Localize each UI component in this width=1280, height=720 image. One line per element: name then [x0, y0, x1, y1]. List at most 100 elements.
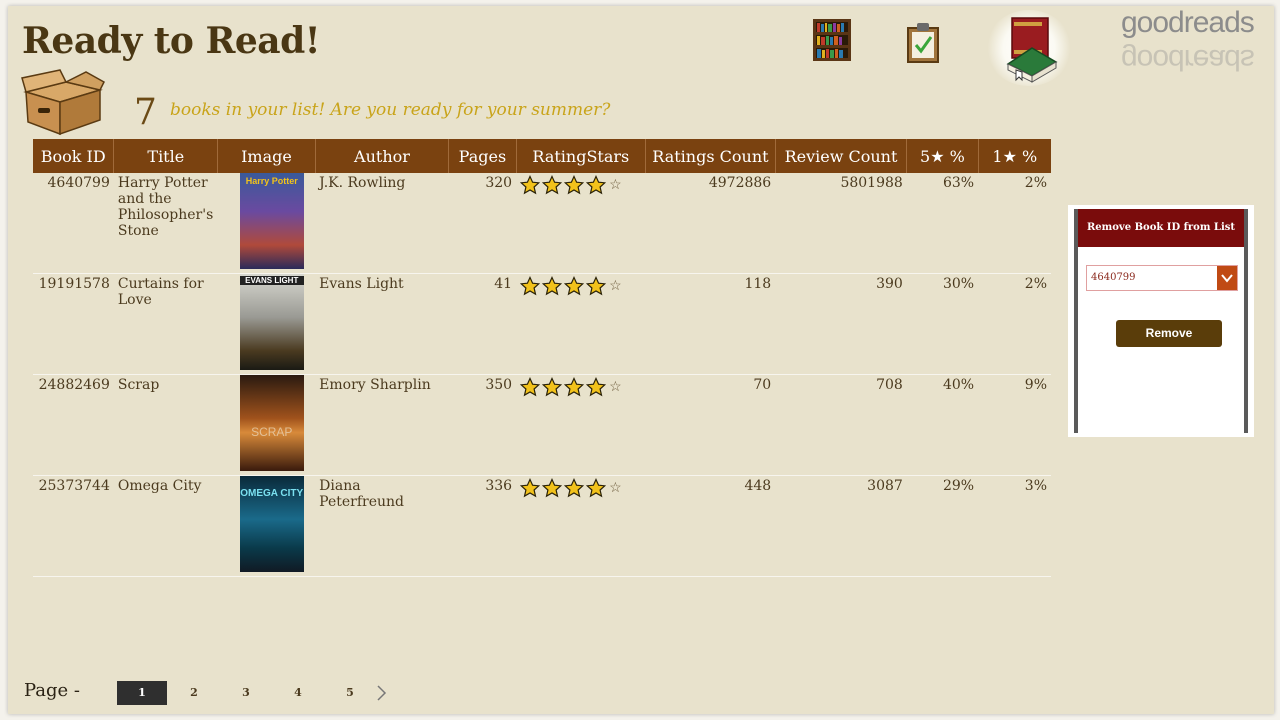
table-row[interactable]: 25373744 Omega City OMEGA CITY Diana Pet… — [33, 475, 1051, 577]
cell-one-star-pct: 2% — [978, 173, 1051, 274]
table-row[interactable]: 19191578 Curtains for Love EVANS LIGHT E… — [33, 273, 1051, 375]
cell-author: Diana Peterfreund — [315, 475, 449, 577]
cell-review-count: 5801988 — [775, 173, 907, 274]
cover-title: SCRAP — [251, 425, 293, 439]
cell-book-id: 24882469 — [33, 374, 114, 476]
cover-title: OMEGA CITY — [240, 488, 304, 499]
goodreads-logo[interactable]: goodreads goodreads — [1121, 6, 1271, 78]
cell-review-count: 708 — [775, 374, 907, 476]
star-filled-icon — [585, 175, 607, 195]
cell-ratings-count: 118 — [645, 273, 776, 375]
logo-reflection: goodreads — [1121, 43, 1254, 76]
column-header-title[interactable]: Title — [113, 139, 219, 173]
star-filled-icon — [563, 175, 585, 195]
cell-image: Harry Potter — [217, 173, 316, 274]
summary-tagline: books in your list! Are you ready for yo… — [170, 100, 611, 120]
remove-book-panel: Remove Book ID from List 4640799 Remove — [1068, 205, 1254, 437]
cell-book-id: 25373744 — [33, 475, 114, 577]
cell-title: Harry Potter and the Philosopher's Stone — [113, 173, 218, 274]
star-empty-icon: ☆ — [609, 480, 622, 496]
star-filled-icon — [541, 377, 563, 397]
cell-rating-stars: ☆ — [516, 475, 646, 577]
cell-pages: 350 — [448, 374, 517, 476]
book-cover[interactable]: Harry Potter — [239, 173, 304, 269]
book-id-select-value: 4640799 — [1091, 272, 1136, 283]
cell-rating-stars: ☆ — [516, 374, 646, 476]
book-cover[interactable]: EVANS LIGHT — [239, 274, 304, 370]
cell-image: EVANS LIGHT — [217, 273, 316, 375]
page-2-button[interactable]: 2 — [169, 681, 219, 705]
cover-title: EVANS LIGHT — [239, 276, 304, 285]
column-header-ratings-count[interactable]: Ratings Count — [645, 139, 776, 173]
page-4-button[interactable]: 4 — [273, 681, 323, 705]
book-cover[interactable]: SCRAP — [239, 375, 304, 471]
pagination-label: Page - — [24, 680, 81, 701]
book-id-select[interactable]: 4640799 — [1086, 265, 1238, 291]
column-header-review-count[interactable]: Review Count — [775, 139, 908, 173]
logo-text: goodreads — [1121, 6, 1255, 39]
star-rating: ☆ — [519, 276, 642, 296]
app-window: Ready to Read! goodreads goodreads 7 boo… — [8, 6, 1274, 714]
chevron-down-icon[interactable] — [1217, 266, 1237, 290]
star-empty-icon: ☆ — [609, 278, 622, 294]
column-header-image[interactable]: Image — [217, 139, 316, 173]
cell-author: Evans Light — [315, 273, 449, 375]
cell-image: OMEGA CITY — [217, 475, 316, 577]
cell-one-star-pct: 9% — [978, 374, 1051, 476]
cardboard-box-icon — [21, 69, 105, 136]
column-header-rating-stars[interactable]: RatingStars — [516, 139, 647, 173]
cell-review-count: 3087 — [775, 475, 907, 577]
star-filled-icon — [541, 478, 563, 498]
column-header-pages[interactable]: Pages — [448, 139, 517, 173]
star-filled-icon — [541, 175, 563, 195]
books-icon[interactable] — [986, 10, 1072, 86]
star-filled-icon — [519, 377, 541, 397]
remove-panel-body: Remove Book ID from List 4640799 Remove — [1074, 209, 1248, 433]
remove-panel-title: Remove Book ID from List — [1078, 209, 1244, 247]
star-filled-icon — [563, 377, 585, 397]
star-filled-icon — [563, 478, 585, 498]
cell-one-star-pct: 2% — [978, 273, 1051, 375]
table-header-row: Book ID Title Image Author Pages RatingS… — [33, 139, 1051, 173]
page-3-button[interactable]: 3 — [221, 681, 271, 705]
pagination: Page - 1 2 3 4 5 — [24, 678, 424, 708]
cell-ratings-count: 448 — [645, 475, 776, 577]
star-filled-icon — [541, 276, 563, 296]
cell-ratings-count: 70 — [645, 374, 776, 476]
column-header-one-star-pct[interactable]: 1★ % — [978, 139, 1051, 173]
chevron-right-icon[interactable] — [372, 678, 392, 708]
cell-review-count: 390 — [775, 273, 907, 375]
star-filled-icon — [519, 478, 541, 498]
cell-five-star-pct: 63% — [906, 173, 979, 274]
book-count: 7 — [134, 92, 157, 133]
page-title: Ready to Read! — [22, 20, 321, 62]
star-filled-icon — [563, 276, 585, 296]
clipboard-check-icon[interactable] — [904, 20, 942, 64]
cell-title: Curtains for Love — [113, 273, 218, 375]
page-5-button[interactable]: 5 — [325, 681, 375, 705]
cell-author: J.K. Rowling — [315, 173, 449, 274]
cell-pages: 320 — [448, 173, 517, 274]
table-row[interactable]: 24882469 Scrap SCRAP Emory Sharplin 350 … — [33, 374, 1051, 476]
cell-rating-stars: ☆ — [516, 173, 646, 274]
cell-ratings-count: 4972886 — [645, 173, 776, 274]
cell-author: Emory Sharplin — [315, 374, 449, 476]
bookshelf-icon[interactable] — [812, 18, 852, 62]
star-filled-icon — [519, 175, 541, 195]
table-row[interactable]: 4640799 Harry Potter and the Philosopher… — [33, 173, 1051, 274]
star-filled-icon — [585, 377, 607, 397]
cell-rating-stars: ☆ — [516, 273, 646, 375]
star-empty-icon: ☆ — [609, 379, 622, 395]
column-header-author[interactable]: Author — [315, 139, 450, 173]
page-1-button[interactable]: 1 — [117, 681, 167, 705]
star-rating: ☆ — [519, 175, 642, 195]
remove-button[interactable]: Remove — [1116, 320, 1222, 347]
star-rating: ☆ — [519, 377, 642, 397]
cell-image: SCRAP — [217, 374, 316, 476]
book-cover[interactable]: OMEGA CITY — [239, 476, 304, 572]
column-header-five-star-pct[interactable]: 5★ % — [906, 139, 979, 173]
star-filled-icon — [585, 478, 607, 498]
cell-five-star-pct: 30% — [906, 273, 979, 375]
column-header-book-id[interactable]: Book ID — [33, 139, 115, 173]
cell-five-star-pct: 40% — [906, 374, 979, 476]
